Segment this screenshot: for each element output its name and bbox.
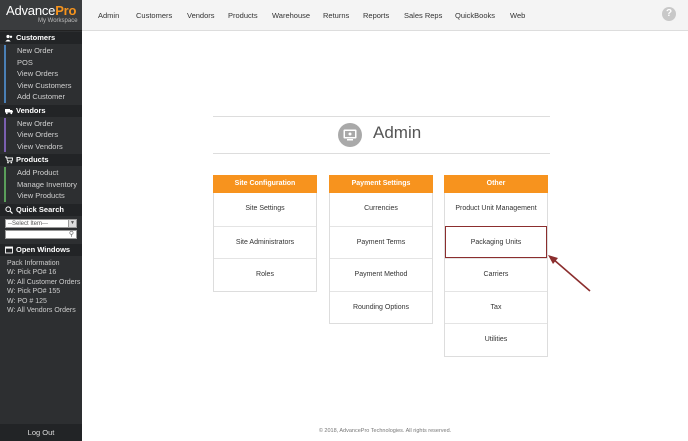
- sidebar-section-vendors[interactable]: Vendors: [0, 104, 82, 117]
- nav-products[interactable]: Products: [228, 11, 258, 20]
- nav-reports[interactable]: Reports: [363, 11, 389, 20]
- nav-admin[interactable]: Admin: [98, 11, 119, 20]
- page-header: Admin: [213, 116, 550, 154]
- open-window-item[interactable]: W: Pick PO# 16: [7, 268, 82, 278]
- logo-accent: Pro: [55, 3, 77, 18]
- link-currencies[interactable]: Currencies: [330, 193, 432, 226]
- main-content: Admin Site Configuration Site Settings S…: [82, 32, 688, 441]
- nav-vendors[interactable]: Vendors: [187, 11, 215, 20]
- open-window-item[interactable]: W: All Customer Orders: [7, 278, 82, 288]
- truck-icon: [5, 108, 13, 114]
- logo[interactable]: AdvancePro My Workspace: [0, 0, 82, 31]
- nav-customers[interactable]: Customers: [136, 11, 172, 20]
- footer-copyright: © 2018, AdvancePro Technologies. All rig…: [318, 428, 452, 434]
- sidebar-item-manage-inventory[interactable]: Manage Inventory: [4, 178, 82, 190]
- link-payment-terms[interactable]: Payment Terms: [330, 225, 432, 259]
- panel-payment-settings: Payment Settings Currencies Payment Term…: [329, 175, 433, 324]
- cart-icon: [5, 156, 13, 164]
- nav-returns[interactable]: Returns: [323, 11, 349, 20]
- link-tax[interactable]: Tax: [445, 290, 547, 324]
- open-window-item[interactable]: W: PO # 125: [7, 297, 82, 307]
- sidebar-section-customers[interactable]: Customers: [0, 32, 82, 44]
- nav-warehouse[interactable]: Warehouse: [272, 11, 310, 20]
- sidebar-item-add-product[interactable]: Add Product: [4, 167, 82, 179]
- nav-quickbooks[interactable]: QuickBooks: [455, 11, 495, 20]
- section-title: Quick Search: [16, 204, 64, 214]
- nav-sales-reps[interactable]: Sales Reps: [404, 11, 442, 20]
- link-carriers[interactable]: Carriers: [445, 258, 547, 291]
- quick-search-select[interactable]: --Select Item--- ▼: [5, 218, 77, 228]
- sidebar-item-view-vendors[interactable]: View Vendors: [4, 140, 82, 152]
- panel-other: Other Product Unit Management Packaging …: [444, 175, 548, 357]
- logo-subtitle: My Workspace: [38, 18, 78, 24]
- panel-title: Site Configuration: [213, 175, 317, 193]
- link-rounding-options[interactable]: Rounding Options: [330, 290, 432, 324]
- open-window-item[interactable]: Pack Information: [7, 259, 82, 269]
- users-icon: [5, 34, 13, 42]
- open-window-item[interactable]: W: Pick PO# 155: [7, 287, 82, 297]
- sidebar-item-pos[interactable]: POS: [4, 56, 82, 68]
- link-packaging-units[interactable]: Packaging Units: [445, 225, 547, 258]
- panel-title: Payment Settings: [329, 175, 433, 193]
- section-title: Vendors: [16, 105, 46, 115]
- window-icon: [5, 246, 13, 253]
- link-site-settings[interactable]: Site Settings: [214, 193, 316, 226]
- nav-web[interactable]: Web: [510, 11, 525, 20]
- section-title: Customers: [16, 33, 56, 42]
- link-roles[interactable]: Roles: [214, 258, 316, 291]
- sidebar-item-view-orders[interactable]: View Orders: [4, 68, 82, 80]
- open-window-item[interactable]: W: All Vendors Orders: [7, 306, 82, 316]
- sidebar-item-view-customers[interactable]: View Customers: [4, 79, 82, 91]
- link-payment-method[interactable]: Payment Method: [330, 258, 432, 291]
- sidebar: AdvancePro My Workspace Customers New Or…: [0, 0, 82, 441]
- chevron-down-icon: ▼: [68, 219, 76, 227]
- search-icon[interactable]: ⚲: [69, 231, 74, 239]
- section-title: Open Windows: [16, 244, 71, 254]
- link-utilities[interactable]: Utilities: [445, 323, 547, 356]
- logo-text: Advance: [6, 3, 56, 18]
- sidebar-section-open-windows: Open Windows: [0, 243, 82, 256]
- section-title: Products: [16, 155, 49, 164]
- page-title: Admin: [373, 123, 422, 142]
- panel-site-configuration: Site Configuration Site Settings Site Ad…: [213, 175, 317, 292]
- link-site-administrators[interactable]: Site Administrators: [214, 225, 316, 259]
- admin-icon: [338, 123, 362, 147]
- help-icon[interactable]: ?: [662, 7, 676, 21]
- select-value: --Select Item---: [8, 220, 49, 227]
- logout-button[interactable]: Log Out: [0, 424, 82, 441]
- sidebar-section-quick-search: Quick Search: [0, 203, 82, 216]
- top-nav: Admin Customers Vendors Products Warehou…: [82, 0, 688, 31]
- sidebar-item-add-customer[interactable]: Add Customer: [4, 91, 82, 103]
- panel-title: Other: [444, 175, 548, 193]
- sidebar-item-vendor-new-order[interactable]: New Order: [4, 117, 82, 129]
- link-product-unit-management[interactable]: Product Unit Management: [445, 193, 547, 226]
- sidebar-section-products[interactable]: Products: [0, 154, 82, 166]
- sidebar-item-view-products[interactable]: View Products: [4, 190, 82, 202]
- search-icon: [5, 205, 13, 214]
- quick-search-input[interactable]: ⚲: [5, 229, 77, 239]
- sidebar-item-new-order[interactable]: New Order: [4, 45, 82, 57]
- sidebar-item-vendor-view-orders[interactable]: View Orders: [4, 129, 82, 141]
